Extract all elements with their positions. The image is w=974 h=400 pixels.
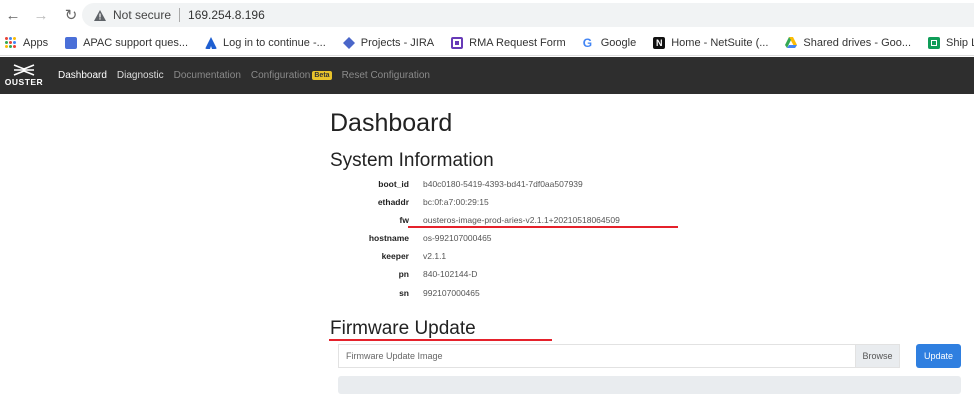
form-icon bbox=[451, 36, 464, 49]
bookmark-netsuite[interactable]: N Home - NetSuite (... bbox=[653, 36, 769, 49]
nav-configuration-label: Configuration bbox=[250, 70, 311, 81]
sheets-icon bbox=[928, 36, 941, 49]
bookmark-label: Ship List - Googl bbox=[946, 36, 974, 49]
firmware-input-placeholder: Firmware Update Image bbox=[346, 351, 443, 361]
logo-text: OUSTER bbox=[4, 77, 44, 87]
bookmark-atlassian-login[interactable]: Log in to continue -... bbox=[205, 36, 326, 49]
info-value: 840-102144-D bbox=[423, 269, 478, 279]
info-value: b40c0180-5419-4393-bd41-7df0aa507939 bbox=[423, 179, 583, 189]
bookmarks-bar: Apps APAC support ques... Log in to cont… bbox=[0, 30, 974, 56]
info-row-pn: pn 840-102144-D bbox=[330, 266, 730, 282]
address-bar[interactable]: Not secure 169.254.8.196 bbox=[82, 3, 974, 27]
firmware-annotation-underline bbox=[329, 339, 552, 341]
drive-icon bbox=[785, 36, 798, 48]
info-key: keeper bbox=[381, 251, 409, 261]
ouster-logo[interactable]: OUSTER bbox=[0, 64, 48, 87]
app-navbar: OUSTER Dashboard Diagnostic Documentatio… bbox=[0, 57, 974, 94]
info-row-keeper: keeper v2.1.1 bbox=[330, 248, 730, 264]
info-value: 992107000465 bbox=[423, 288, 480, 298]
info-row-sn: sn 992107000465 bbox=[330, 285, 730, 301]
info-value: bc:0f:a7:00:29:15 bbox=[423, 197, 489, 207]
info-value: os-992107000465 bbox=[423, 233, 492, 243]
bookmark-jira[interactable]: Projects - JIRA bbox=[342, 36, 435, 49]
bookmark-ship-list[interactable]: Ship List - Googl bbox=[928, 36, 974, 49]
bookmark-label: Shared drives - Goo... bbox=[803, 36, 912, 49]
info-row-hostname: hostname os-992107000465 bbox=[330, 230, 730, 246]
nav-diagnostic[interactable]: Diagnostic bbox=[117, 70, 164, 81]
page-title: Dashboard bbox=[330, 109, 453, 137]
bookmark-apac-support[interactable]: APAC support ques... bbox=[65, 36, 189, 49]
atlassian-icon bbox=[205, 36, 218, 49]
bookmark-label: Projects - JIRA bbox=[360, 36, 435, 49]
doc-icon bbox=[65, 36, 78, 49]
netsuite-icon: N bbox=[653, 36, 666, 49]
browse-button[interactable]: Browse bbox=[855, 344, 900, 368]
info-key: sn bbox=[399, 288, 409, 298]
address-separator bbox=[179, 8, 181, 22]
firmware-update-heading: Firmware Update bbox=[330, 318, 476, 339]
bookmark-label: Google bbox=[600, 36, 637, 49]
bookmark-apps[interactable]: Apps bbox=[0, 37, 48, 49]
info-key: pn bbox=[398, 269, 409, 279]
url-text: 169.254.8.196 bbox=[188, 8, 265, 22]
nav-dashboard[interactable]: Dashboard bbox=[58, 70, 107, 81]
nav-configuration[interactable]: Configuration Beta bbox=[251, 70, 332, 81]
security-label: Not secure bbox=[113, 8, 172, 22]
update-button[interactable]: Update bbox=[916, 344, 961, 368]
info-key: ethaddr bbox=[377, 197, 409, 207]
bookmark-shared-drives[interactable]: Shared drives - Goo... bbox=[785, 36, 912, 49]
bookmark-rma-form[interactable]: RMA Request Form bbox=[451, 36, 566, 49]
reload-icon[interactable]: ↻ bbox=[60, 4, 82, 26]
firmware-progress-bar bbox=[338, 376, 961, 394]
system-information-heading: System Information bbox=[330, 150, 494, 171]
forward-icon[interactable]: → bbox=[30, 4, 52, 26]
info-row-ethaddr: ethaddr bc:0f:a7:00:29:15 bbox=[330, 194, 730, 210]
ouster-logo-icon bbox=[13, 64, 35, 76]
back-icon[interactable]: ← bbox=[2, 4, 24, 26]
bookmark-google[interactable]: G Google bbox=[583, 37, 636, 49]
nav-documentation[interactable]: Documentation bbox=[174, 70, 241, 81]
google-icon: G bbox=[582, 35, 593, 50]
bookmark-label: RMA Request Form bbox=[469, 36, 566, 49]
beta-badge: Beta bbox=[312, 71, 332, 80]
info-key: boot_id bbox=[378, 179, 409, 189]
apps-grid-icon bbox=[5, 37, 16, 48]
info-row-boot-id: boot_id b40c0180-5419-4393-bd41-7df0aa50… bbox=[330, 176, 730, 192]
browser-toolbar: ← → ↻ Not secure 169.254.8.196 bbox=[0, 0, 974, 30]
info-value: ousteros-image-prod-aries-v2.1.1+2021051… bbox=[423, 215, 620, 225]
nav-reset-configuration[interactable]: Reset Configuration bbox=[342, 70, 430, 81]
bookmark-label: APAC support ques... bbox=[83, 36, 189, 49]
bookmark-label: Apps bbox=[23, 36, 49, 49]
bookmark-label: Home - NetSuite (... bbox=[671, 36, 769, 49]
fw-annotation-underline bbox=[408, 226, 678, 228]
bookmark-label: Log in to continue -... bbox=[223, 36, 326, 49]
info-value: v2.1.1 bbox=[423, 251, 447, 261]
info-key: hostname bbox=[368, 233, 409, 243]
info-key: fw bbox=[399, 215, 409, 225]
warning-icon bbox=[94, 9, 106, 21]
jira-icon bbox=[342, 36, 355, 49]
firmware-file-input[interactable]: Firmware Update Image bbox=[338, 344, 856, 368]
